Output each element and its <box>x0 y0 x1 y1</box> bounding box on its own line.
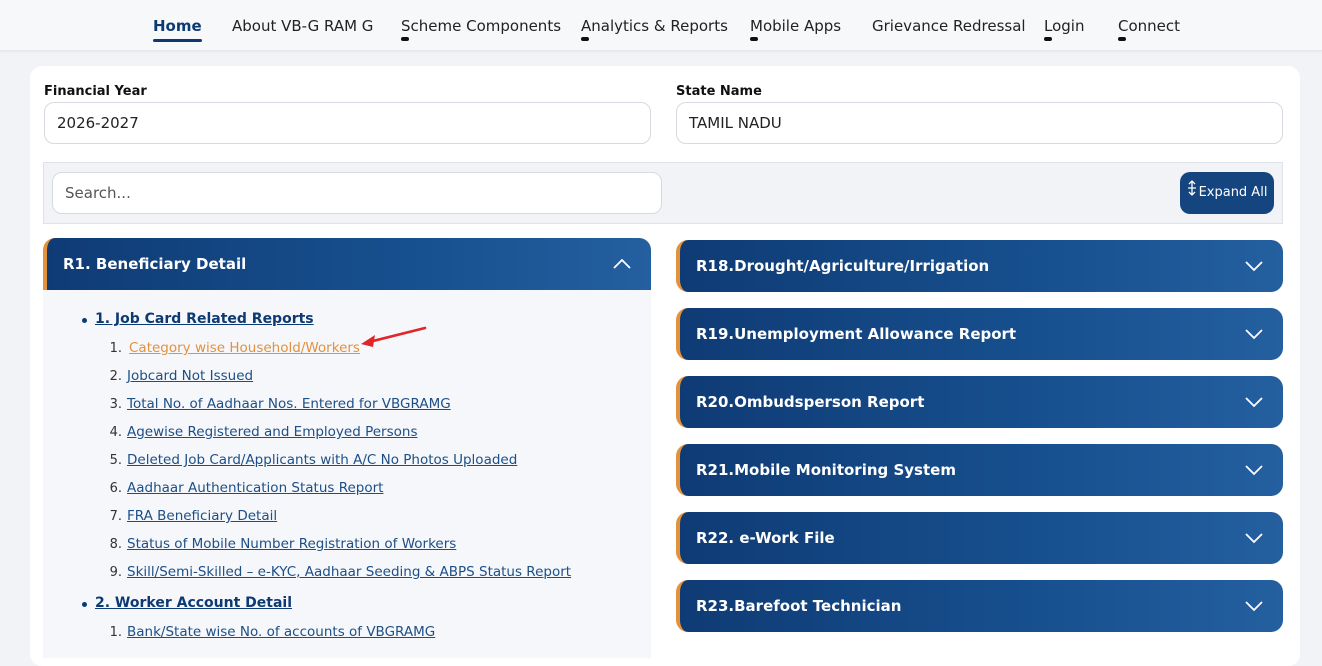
chevron-up-icon <box>613 256 631 274</box>
dropdown-indicator-icon <box>401 37 409 41</box>
nav-mobile-apps-label: Mobile Apps <box>750 17 842 35</box>
chevron-down-icon <box>1245 598 1263 616</box>
report-link[interactable]: Deleted Job Card/Applicants with A/C No … <box>127 452 517 468</box>
dropdown-indicator-icon <box>1044 37 1052 41</box>
item-number: 6. <box>109 481 122 496</box>
annotation-arrow-icon <box>361 326 427 347</box>
accordion-header-r1[interactable]: R1. Beneficiary Detail <box>43 238 651 290</box>
item-number: 1. <box>109 625 122 640</box>
accordion-header-r23[interactable]: R23.Barefoot Technician <box>676 580 1283 632</box>
accordion-header-r19[interactable]: R19.Unemployment Allowance Report <box>676 308 1283 360</box>
bullet-icon <box>82 602 87 607</box>
nav-grievance-redressal[interactable]: Grievance Redressal <box>872 17 1026 35</box>
nav-connect[interactable]: Connect <box>1118 17 1181 41</box>
report-link[interactable]: Aadhaar Authentication Status Report <box>127 480 383 496</box>
expand-vertical-icon <box>1187 172 1197 214</box>
nav-mobile-apps[interactable]: Mobile Apps <box>750 17 842 41</box>
state-name-label: State Name <box>676 84 762 99</box>
bullet-icon <box>82 318 87 323</box>
accordion-title: R22. e-Work File <box>696 529 835 547</box>
nav-home-label: Home <box>153 17 202 35</box>
nav-connect-label: Connect <box>1118 17 1181 35</box>
item-number: 5. <box>109 453 122 468</box>
nav-analytics-reports-label: Analytics & Reports <box>581 17 728 35</box>
dropdown-indicator-icon <box>1118 37 1126 41</box>
nav-login-label: Login <box>1044 17 1085 35</box>
financial-year-label: Financial Year <box>44 84 147 99</box>
nav-analytics-reports[interactable]: Analytics & Reports <box>581 17 728 41</box>
nav-scheme-components[interactable]: Scheme Components <box>401 17 562 41</box>
item-number: 3. <box>109 397 122 412</box>
expand-all-button[interactable]: Expand All <box>1180 172 1274 214</box>
item-number: 4. <box>109 425 122 440</box>
accordion-title: R19.Unemployment Allowance Report <box>696 325 1017 343</box>
report-link[interactable]: Total No. of Aadhaar Nos. Entered for VB… <box>127 396 451 412</box>
accordion-header-r21[interactable]: R21.Mobile Monitoring System <box>676 444 1283 496</box>
financial-year-value: 2026-2027 <box>57 114 139 132</box>
dropdown-indicator-icon <box>581 37 589 41</box>
accordion-title: R20.Ombudsperson Report <box>696 393 925 411</box>
section-job-card-reports[interactable]: 1. Job Card Related Reports <box>95 311 314 327</box>
item-number: 9. <box>109 565 122 580</box>
nav-home[interactable]: Home <box>153 17 202 42</box>
report-link[interactable]: Category wise Household/Workers <box>129 340 360 356</box>
item-number: 7. <box>109 509 122 524</box>
item-number: 8. <box>109 537 122 552</box>
expand-all-label: Expand All <box>1198 185 1268 200</box>
report-link[interactable]: Jobcard Not Issued <box>127 368 253 384</box>
state-name-select[interactable]: TAMIL NADU <box>676 102 1283 144</box>
state-name-value: TAMIL NADU <box>689 114 782 132</box>
report-link[interactable]: Status of Mobile Number Registration of … <box>127 536 456 552</box>
nav-grievance-redressal-label: Grievance Redressal <box>872 17 1026 35</box>
dropdown-indicator-icon <box>750 37 758 41</box>
accordion-header-r18[interactable]: R18.Drought/Agriculture/Irrigation <box>676 240 1283 292</box>
chevron-down-icon <box>1245 530 1263 548</box>
chevron-down-icon <box>1245 394 1263 412</box>
report-link[interactable]: Bank/State wise No. of accounts of VBGRA… <box>127 624 435 640</box>
search-input[interactable] <box>52 172 662 214</box>
accordion-title: R23.Barefoot Technician <box>696 597 902 615</box>
item-number: 1. <box>109 341 122 356</box>
item-number: 2. <box>109 369 122 384</box>
financial-year-select[interactable]: 2026-2027 <box>44 102 651 144</box>
nav-login[interactable]: Login <box>1044 17 1085 41</box>
section-worker-account-detail[interactable]: 2. Worker Account Detail <box>95 595 292 611</box>
accordion-header-r22[interactable]: R22. e-Work File <box>676 512 1283 564</box>
report-link[interactable]: FRA Beneficiary Detail <box>127 508 277 524</box>
chevron-down-icon <box>1245 326 1263 344</box>
accordion-title: R21.Mobile Monitoring System <box>696 461 956 479</box>
nav-about-label: About VB-G RAM G <box>232 17 374 35</box>
accordion-title: R18.Drought/Agriculture/Irrigation <box>696 257 990 275</box>
report-link[interactable]: Skill/Semi-Skilled – e-KYC, Aadhaar Seed… <box>127 564 571 580</box>
nav-about[interactable]: About VB-G RAM G <box>232 17 373 35</box>
chevron-down-icon <box>1245 462 1263 480</box>
accordion-title: R1. Beneficiary Detail <box>63 255 247 273</box>
active-underline <box>153 39 202 42</box>
report-link[interactable]: Agewise Registered and Employed Persons <box>127 424 418 440</box>
top-navigation: Home About VB-G RAM G Scheme Components … <box>0 0 1322 51</box>
chevron-down-icon <box>1245 258 1263 276</box>
accordion-header-r20[interactable]: R20.Ombudsperson Report <box>676 376 1283 428</box>
nav-scheme-components-label: Scheme Components <box>401 17 562 35</box>
